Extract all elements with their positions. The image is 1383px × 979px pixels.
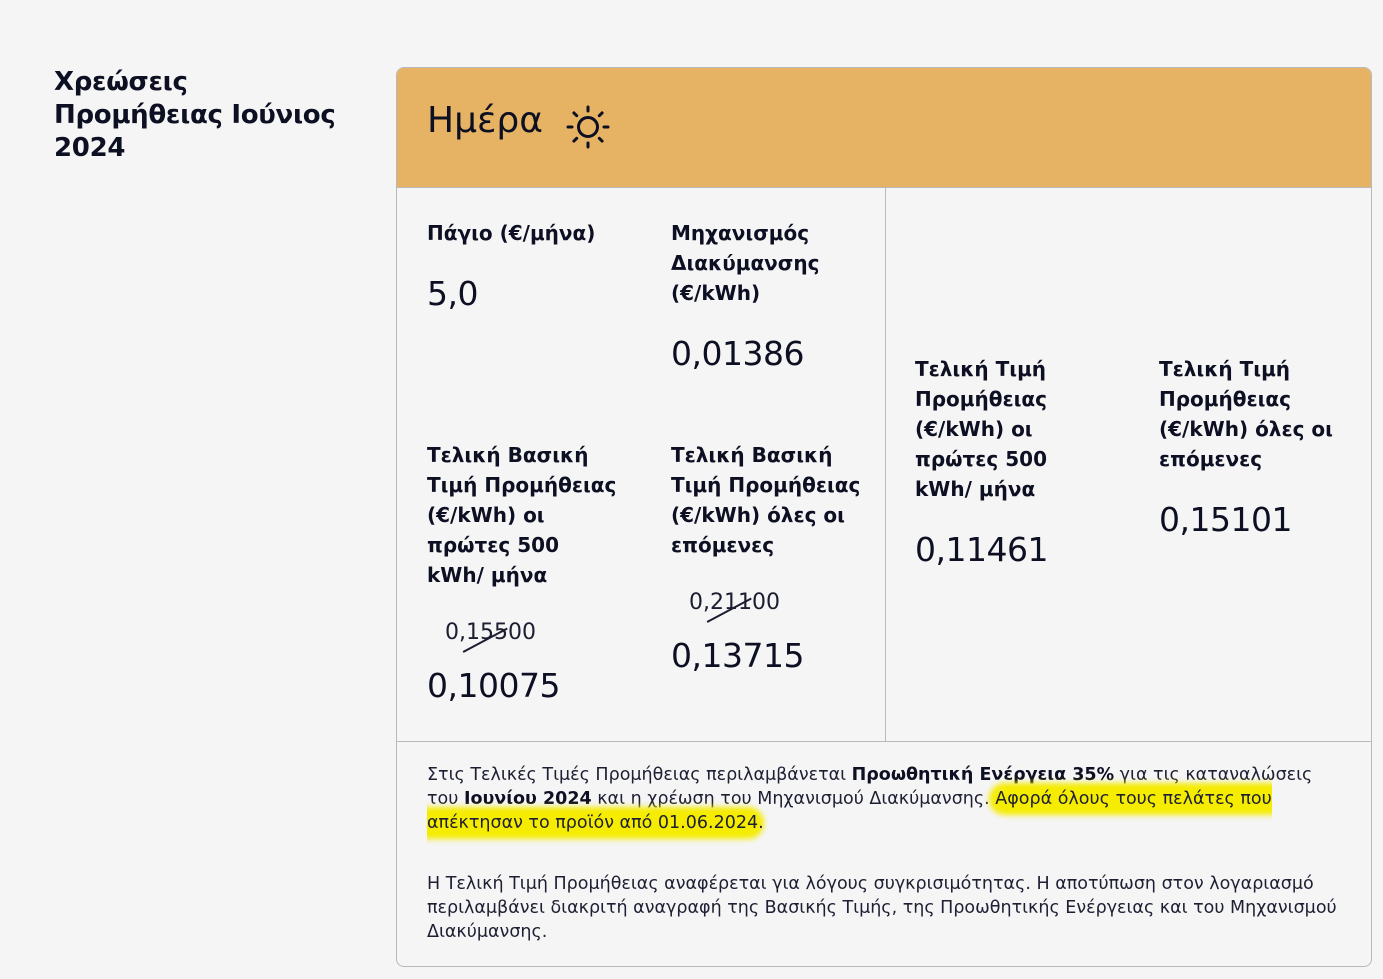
header-title: Ημέρα bbox=[427, 100, 544, 141]
mechanism-value: 0,01386 bbox=[671, 334, 804, 373]
final-price-next-label: Τελική Τιμή Προμήθειας (€/kWh) όλες οι ε… bbox=[1159, 357, 1333, 471]
note-text: . bbox=[758, 813, 764, 833]
promo-note: Στις Τελικές Τιμές Προμήθειας περιλαμβάν… bbox=[427, 763, 1347, 835]
column-divider bbox=[885, 188, 886, 741]
pagio-value: 5,0 bbox=[427, 274, 478, 313]
pagio-label: Πάγιο (€/μήνα) bbox=[427, 221, 596, 245]
final-price-first-value: 0,11461 bbox=[915, 530, 1048, 569]
note-text: Στις Τελικές Τιμές Προμήθειας περιλαμβάν… bbox=[427, 765, 852, 785]
final-price-next-value: 0,15101 bbox=[1159, 500, 1292, 539]
sun-icon bbox=[566, 105, 610, 149]
base-price-first-old-value: 0,15500 bbox=[445, 620, 536, 645]
base-price-first-value: 0,10075 bbox=[427, 666, 560, 705]
note-bold-promo: Προωθητική Ενέργεια 35% bbox=[851, 765, 1115, 785]
base-price-next-label: Τελική Βασική Τιμή Προμήθειας (€/kWh) όλ… bbox=[671, 443, 861, 557]
mechanism-label: Μηχανισμός Διακύμανσης (€/kWh) bbox=[671, 221, 820, 305]
section-divider bbox=[397, 741, 1371, 742]
card-header: Ημέρα bbox=[397, 68, 1371, 188]
base-price-next-old-value: 0,21100 bbox=[689, 590, 780, 615]
page-title: Χρεώσεις Προμήθειας Ιούνιος 2024 bbox=[54, 67, 336, 163]
comparison-note: Η Τελική Τιμή Προμήθειας αναφέρεται για … bbox=[427, 874, 1337, 942]
note-bold-month: Ιουνίου 2024 bbox=[463, 789, 592, 809]
base-price-first-label: Τελική Βασική Τιμή Προμήθειας (€/kWh) οι… bbox=[427, 443, 617, 587]
base-price-next-value: 0,13715 bbox=[671, 636, 804, 675]
note-text: και η χρέωση του Μηχανισμού Διακύμανσης. bbox=[591, 789, 996, 809]
pricing-card: Ημέρα Πάγιο (€/μήνα) 5,0 Μηχανισμός Διακ… bbox=[396, 67, 1372, 967]
final-price-first-label: Τελική Τιμή Προμήθειας (€/kWh) οι πρώτες… bbox=[915, 357, 1048, 501]
